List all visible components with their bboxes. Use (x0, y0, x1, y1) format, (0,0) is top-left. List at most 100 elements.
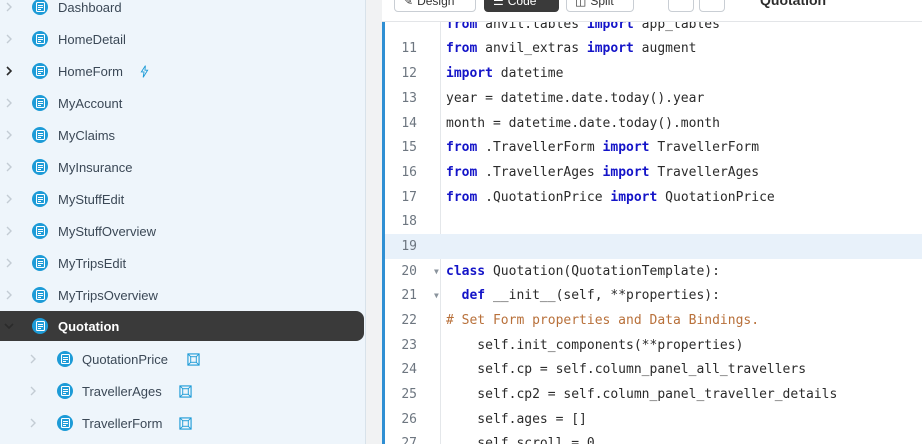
code-text: from anvil_extras import augment (446, 41, 697, 56)
tree-item-mytripsoverview[interactable]: MyTripsOverview (0, 280, 364, 310)
chevron-right-icon[interactable] (28, 418, 38, 428)
code-line: 11 from anvil_extras import augment (385, 36, 922, 61)
line-number: 26 (401, 412, 417, 427)
code-line: 23 self.init_components(**properties) (385, 333, 922, 358)
code-line-active: 19 (385, 234, 922, 259)
tree-item-travellerages[interactable]: TravellerAges (0, 376, 364, 406)
chevron-right-icon[interactable] (28, 386, 38, 396)
tree-item-mystuffoverview[interactable]: MyStuffOverview (0, 216, 364, 246)
form-icon (32, 223, 48, 239)
code-text: from anvil.tables import app_tables (446, 22, 720, 32)
tree-item-mystuffedit[interactable]: MyStuffEdit (0, 184, 364, 214)
tree-item-quotation[interactable]: Quotation (0, 311, 364, 341)
chevron-right-icon[interactable] (4, 130, 14, 140)
design-icon: ✎ (403, 0, 414, 8)
code-line: 14 month = datetime.date.today().month (385, 111, 922, 136)
code-text: self.ages = [] (446, 412, 587, 427)
form-icon (57, 351, 73, 367)
line-number: 20 (401, 264, 417, 279)
code-line: 12 import datetime (385, 61, 922, 86)
code-text: self.scroll = 0 (446, 436, 595, 444)
line-number: 16 (401, 165, 417, 180)
line-number: 18 (401, 214, 417, 229)
tree-item-label: MyTripsEdit (58, 255, 127, 271)
design-button-label: Design (417, 0, 455, 8)
tree-item-label: MyStuffOverview (58, 223, 157, 239)
chevron-right-icon[interactable] (4, 290, 14, 300)
tree-item-myclaims[interactable]: MyClaims (0, 120, 364, 150)
line-number: 15 (401, 140, 417, 155)
code-line: 16 from .TravellerAges import TravellerA… (385, 160, 922, 185)
line-number: 24 (401, 362, 417, 377)
chevron-right-icon[interactable] (4, 194, 14, 204)
code-line: 13 year = datetime.date.today().year (385, 86, 922, 111)
tree-item-label: MyTripsOverview (58, 287, 158, 303)
line-number: 12 (401, 66, 417, 81)
line-number: 13 (401, 91, 417, 106)
undo-button[interactable] (668, 0, 694, 12)
tree-item-label: QuotationPrice (82, 351, 168, 367)
fold-arrow-icon[interactable]: ▼ (434, 259, 439, 284)
line-number: 25 (401, 387, 417, 402)
tree-item-homedetail[interactable]: HomeDetail (0, 24, 364, 54)
design-button[interactable]: ✎ Design (394, 0, 476, 12)
chevron-right-icon[interactable] (4, 162, 14, 172)
line-number: 23 (401, 338, 417, 353)
code-text: class Quotation(QuotationTemplate): (446, 264, 720, 279)
form-icon (32, 318, 48, 334)
code-line: 21 ▼ def __init__(self, **properties): (385, 283, 922, 308)
code-text: from .QuotationPrice import QuotationPri… (446, 190, 775, 205)
tree-item-quotationprice[interactable]: QuotationPrice (0, 344, 364, 374)
editor-toolbar: ✎ Design ☰ Code ◫ Split Quotation (382, 0, 922, 22)
tree-item-label: MyInsurance (58, 159, 133, 175)
tree-item-travellerform[interactable]: TravellerForm (0, 408, 364, 438)
chevron-right-icon[interactable] (4, 226, 14, 236)
redo-button[interactable] (699, 0, 725, 12)
code-line: 25 self.cp2 = self.column_panel_travelle… (385, 382, 922, 407)
chevron-right-icon[interactable] (4, 98, 14, 108)
code-text: self.cp2 = self.column_panel_traveller_d… (446, 387, 838, 402)
code-line: 18 (385, 209, 922, 234)
chevron-right-icon[interactable] (28, 354, 38, 364)
chevron-right-icon[interactable] (4, 66, 14, 76)
code-text: def __init__(self, **properties): (461, 288, 720, 303)
code-line: 26 self.ages = [] (385, 407, 922, 432)
form-icon (32, 95, 48, 111)
tree-item-myaccount[interactable]: MyAccount (0, 88, 364, 118)
component-icon (178, 416, 192, 430)
form-icon (32, 31, 48, 47)
tree-item-label: HomeDetail (58, 31, 126, 47)
split-icon: ◫ (575, 0, 587, 8)
chevron-right-icon[interactable] (4, 34, 14, 44)
tree-item-myinsurance[interactable]: MyInsurance (0, 152, 364, 182)
code-line: 15 from .TravellerForm import TravellerF… (385, 135, 922, 160)
chevron-right-icon[interactable] (4, 2, 14, 12)
form-icon (57, 415, 73, 431)
tree-item-dashboard[interactable]: Dashboard (0, 0, 364, 22)
form-icon (32, 159, 48, 175)
line-number: 22 (401, 313, 417, 328)
line-number: 11 (401, 41, 417, 56)
fold-arrow-icon[interactable]: ▼ (434, 283, 439, 308)
tree-item-label: Dashboard (58, 0, 122, 15)
form-icon (32, 191, 48, 207)
tree-item-homeform[interactable]: HomeForm (0, 56, 364, 86)
chevron-down-icon[interactable] (4, 321, 14, 331)
code-editor[interactable]: from anvil.tables import app_tables 11 f… (382, 22, 922, 444)
form-icon (32, 0, 48, 15)
chevron-right-icon[interactable] (4, 258, 14, 268)
lightning-icon (137, 64, 151, 78)
code-button[interactable]: ☰ Code (484, 0, 559, 12)
tree-item-label: MyAccount (58, 95, 123, 111)
tree-item-label: Quotation (58, 318, 120, 334)
component-icon (178, 384, 192, 398)
tree-item-label: TravellerForm (82, 415, 163, 431)
code-text: from .TravellerForm import TravellerForm (446, 140, 760, 155)
code-icon: ☰ (493, 0, 504, 8)
tree-item-label: HomeForm (58, 63, 124, 79)
split-button[interactable]: ◫ Split (566, 0, 634, 12)
tree-item-mytripsedit[interactable]: MyTripsEdit (0, 248, 364, 278)
code-line: 24 self.cp = self.column_panel_all_trave… (385, 357, 922, 382)
code-line: 20 ▼ class Quotation(QuotationTemplate): (385, 259, 922, 284)
code-text: from .TravellerAges import TravellerAges (446, 165, 760, 180)
